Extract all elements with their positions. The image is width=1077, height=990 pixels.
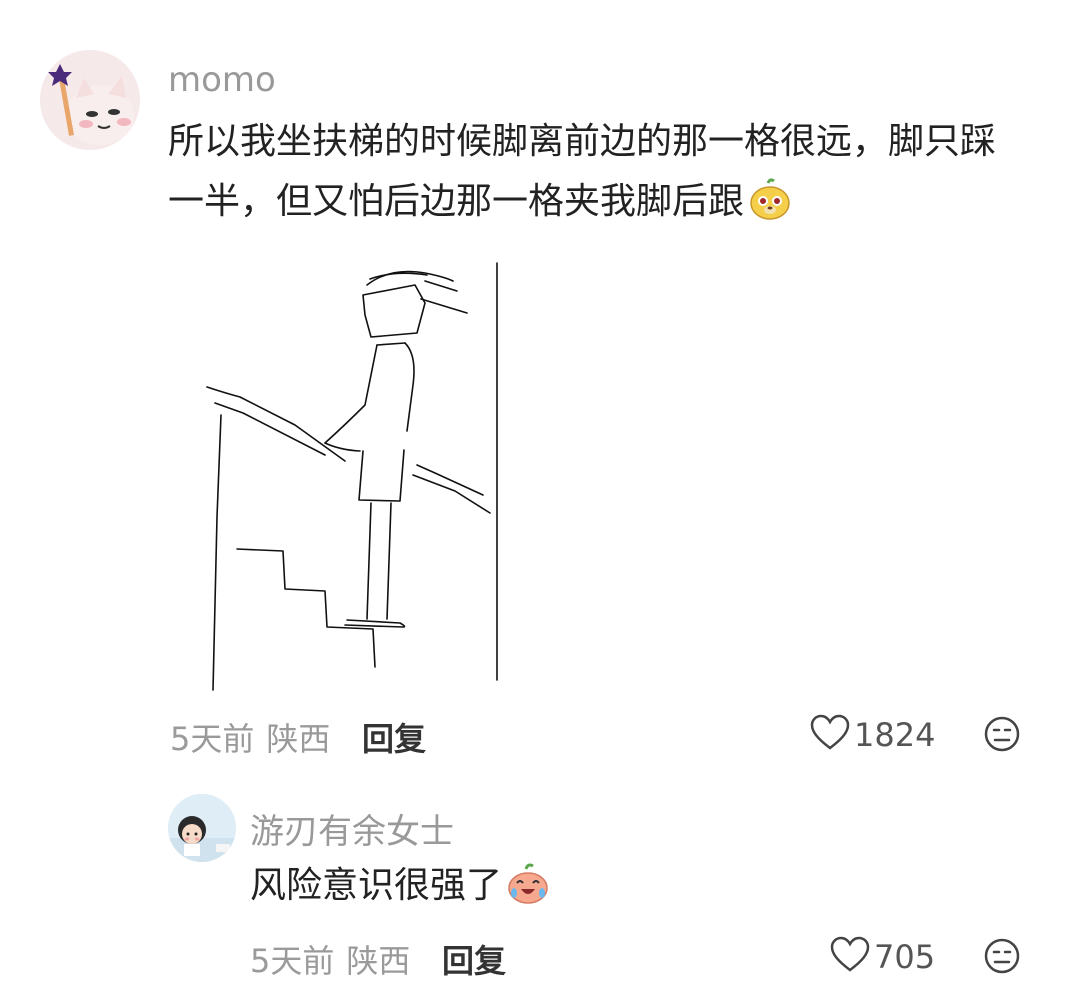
sketch-image[interactable] [195, 255, 505, 695]
comment-time: 5天前 [250, 942, 335, 980]
comment-meta: 5天前 陕西 [170, 714, 330, 760]
heart-icon [810, 714, 850, 750]
reply-button[interactable]: 回复 [362, 714, 426, 760]
laughing-cry-emoji-icon [506, 861, 550, 924]
username[interactable]: 游刃有余女士 [250, 804, 454, 853]
comment-location: 陕西 [266, 720, 331, 758]
comment-location: 陕西 [346, 942, 411, 980]
heart-icon [830, 936, 870, 972]
comment-text-body: 风险意识很强了 [250, 865, 503, 906]
comment-time: 5天前 [170, 720, 255, 758]
comment-text-body: 所以我坐扶梯的时候脚离前边的那一格很远，脚只踩一半，但又怕后边那一格夹我脚后跟 [168, 121, 997, 222]
avatar[interactable] [40, 50, 140, 150]
like-button[interactable]: 1824 [810, 714, 935, 754]
avatar[interactable] [168, 794, 236, 862]
like-count: 1824 [854, 716, 936, 754]
comment-text: 风险意识很强了 [250, 856, 1010, 924]
dislike-button[interactable] [984, 938, 1020, 978]
reply-button[interactable]: 回复 [442, 936, 506, 982]
dog-emoji-icon [748, 177, 792, 240]
username[interactable]: momo [168, 60, 276, 100]
dislike-button[interactable] [984, 716, 1020, 756]
like-button[interactable]: 705 [830, 936, 935, 976]
meh-face-icon [984, 716, 1020, 752]
comment-meta: 5天前 陕西 [250, 936, 410, 982]
like-count: 705 [874, 938, 936, 976]
comment-text: 所以我坐扶梯的时候脚离前边的那一格很远，脚只踩一半，但又怕后边那一格夹我脚后跟 [168, 112, 1028, 240]
meh-face-icon [984, 938, 1020, 974]
